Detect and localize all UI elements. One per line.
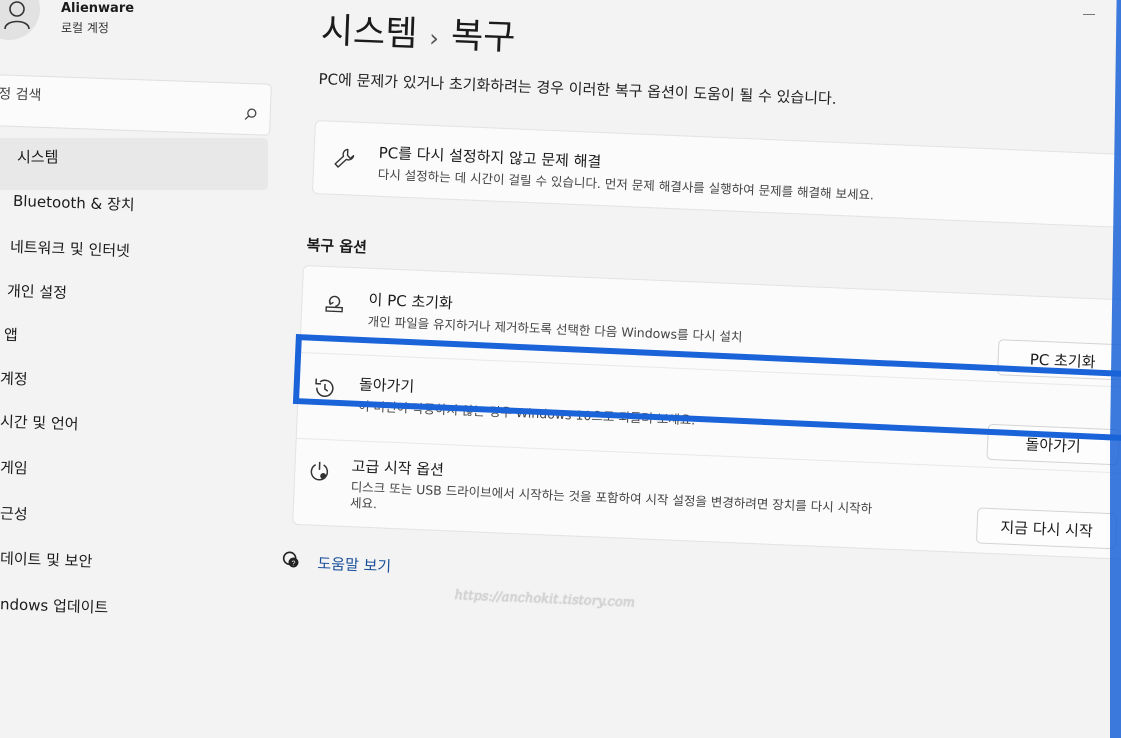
reset-pc-title: 이 PC 초기화 xyxy=(368,290,454,313)
main-content: 시스템 › 복구 PC에 문제가 있거나 초기화하려는 경우 이러한 복구 옵션이 … xyxy=(0,0,1121,738)
troubleshoot-description: 다시 설정하는 데 시간이 걸릴 수 있습니다. 먼저 문제 해결사를 실행하여… xyxy=(377,166,875,203)
breadcrumb-parent[interactable]: 시스템 xyxy=(320,11,418,55)
advanced-startup-description-line2: 세요. xyxy=(349,495,378,512)
recovery-section-title: 복구 옵션 xyxy=(306,235,368,257)
help-link-label[interactable]: 도움말 보기 xyxy=(317,552,392,576)
help-link[interactable]: ? 도움말 보기 xyxy=(281,550,392,577)
page-title: 시스템 › 복구 xyxy=(320,2,516,60)
help-icon: ? xyxy=(281,550,300,573)
advanced-startup-icon xyxy=(307,459,332,488)
breadcrumb-separator: › xyxy=(428,24,440,53)
reset-pc-icon xyxy=(322,291,347,320)
wrench-icon xyxy=(332,146,357,175)
watermark: https://anchokit.tistory.com xyxy=(454,588,636,611)
troubleshoot-card[interactable]: PC를 다시 설정하지 않고 문제 해결 다시 설정하는 데 시간이 걸릴 수 … xyxy=(311,120,1121,229)
page-subtitle: PC에 문제가 있거나 초기화하려는 경우 이러한 복구 옵션이 도움이 될 수… xyxy=(318,69,837,108)
svg-text:?: ? xyxy=(291,560,295,567)
restart-now-button[interactable]: 지금 다시 시작 xyxy=(975,507,1118,550)
minimize-button[interactable] xyxy=(1083,14,1095,15)
window-edge xyxy=(1110,0,1121,738)
advanced-startup-description: 디스크 또는 USB 드라이브에서 시작하는 것을 포함하여 시작 설정을 변경… xyxy=(350,479,873,517)
breadcrumb-current: 복구 xyxy=(450,15,517,59)
